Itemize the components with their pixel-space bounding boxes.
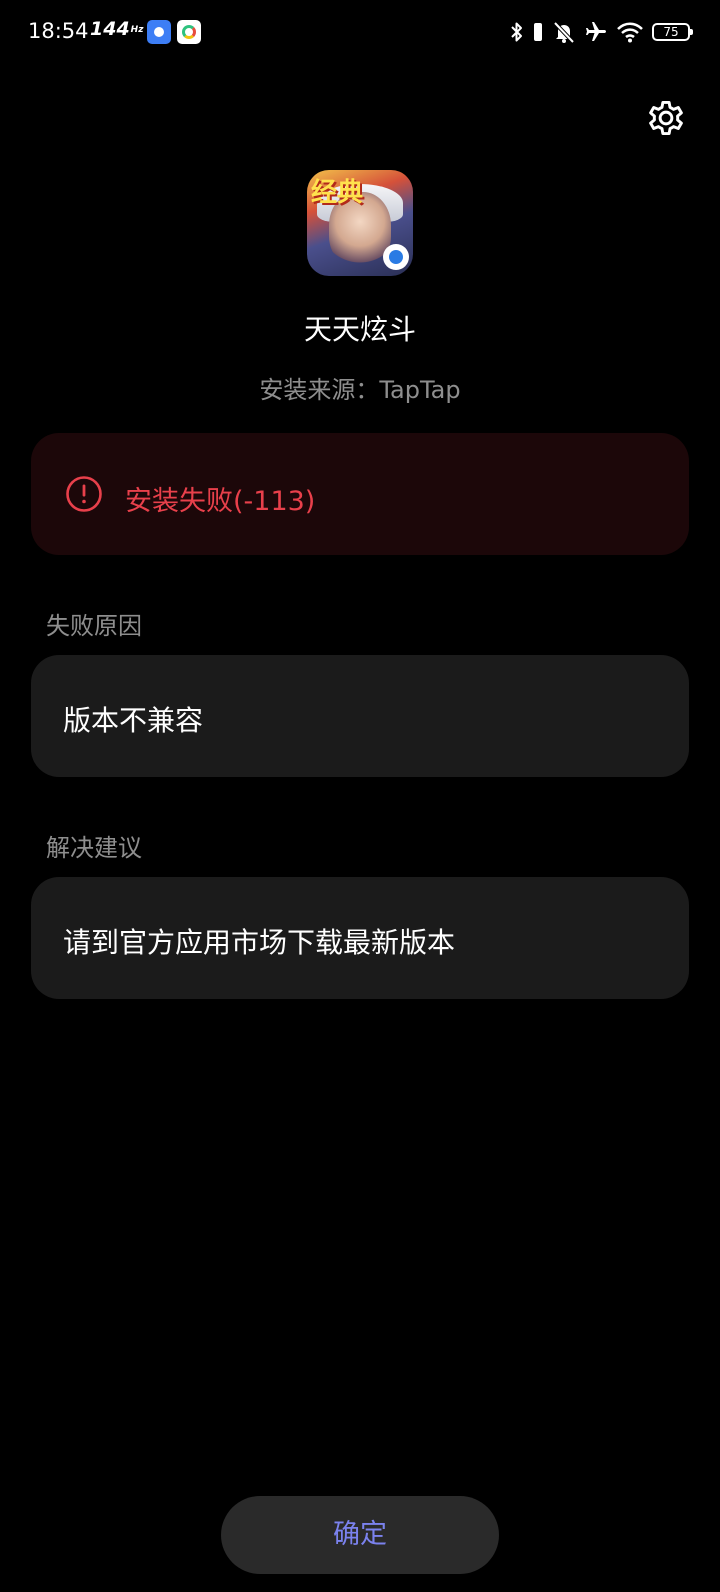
solution-card: 请到官方应用市场下载最新版本 — [31, 877, 689, 999]
status-time: 18:54 — [28, 19, 89, 43]
refresh-rate-indicator: 144Hz — [90, 18, 143, 40]
solution-label: 解决建议 — [46, 834, 142, 862]
refresh-rate-value: 144 — [90, 18, 130, 40]
battery-level: 75 — [663, 25, 679, 39]
install-error-banner: 安装失败(-113) — [31, 433, 689, 555]
bluetooth-icon — [511, 22, 522, 42]
install-error-message: 安装失败(-113) — [125, 486, 316, 517]
confirm-button[interactable]: 确定 — [221, 1496, 499, 1574]
battery-icon: 75 — [652, 23, 693, 41]
status-bar: 18:54 144Hz 75 — [0, 0, 720, 64]
failure-reason-card: 版本不兼容 — [31, 655, 689, 777]
install-source: 安装来源：TapTap — [259, 376, 461, 404]
vibrate-icon — [534, 23, 542, 41]
app-icon-badge: 经典 — [311, 178, 364, 208]
app-icon: 经典 — [307, 170, 413, 276]
failure-reason-text: 版本不兼容 — [63, 704, 204, 737]
airplane-icon — [586, 22, 606, 41]
notification-app-icon-2 — [177, 20, 201, 44]
solution-text: 请到官方应用市场下载最新版本 — [63, 926, 456, 959]
refresh-rate-unit: Hz — [130, 24, 144, 35]
notification-app-icon — [147, 20, 171, 44]
error-circle-icon — [66, 476, 102, 512]
app-name: 天天炫斗 — [303, 313, 416, 346]
mute-bell-icon — [553, 21, 575, 44]
status-icons: 75 — [510, 18, 693, 46]
settings-gear-icon[interactable] — [644, 96, 688, 140]
app-icon-publisher-logo — [383, 244, 409, 270]
wifi-icon — [617, 22, 643, 43]
failure-reason-label: 失败原因 — [46, 612, 142, 640]
